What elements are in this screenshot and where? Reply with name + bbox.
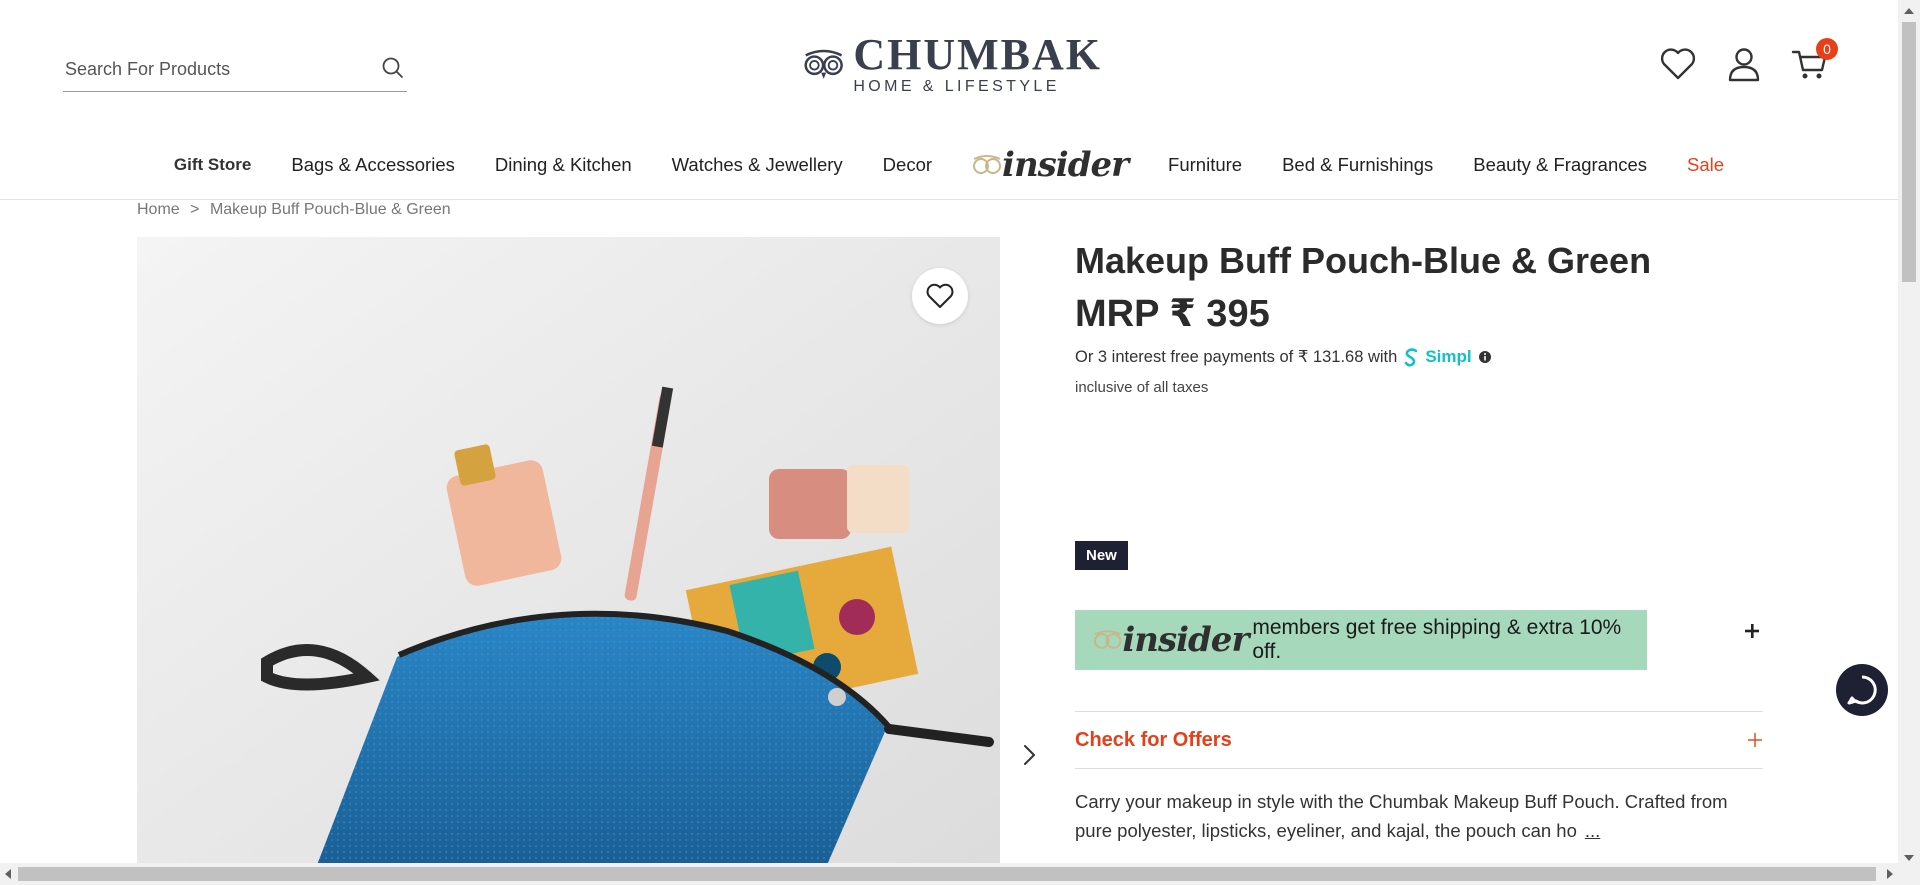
- payment-options: Or 3 interest free payments of ₹ 131.68 …: [1075, 347, 1763, 367]
- product-image[interactable]: [137, 237, 1000, 865]
- nav-watches-jewellery[interactable]: Watches & Jewellery: [652, 130, 863, 200]
- chevron-right-icon[interactable]: [1019, 740, 1041, 770]
- simpl-logo-icon: [1405, 348, 1418, 367]
- insider-banner-word: insider: [1122, 620, 1249, 660]
- cart-count-badge: 0: [1816, 38, 1838, 60]
- chat-widget-button[interactable]: [1836, 664, 1888, 716]
- scroll-left-arrow[interactable]: [5, 869, 11, 879]
- breadcrumb-current: Makeup Buff Pouch-Blue & Green: [209, 201, 451, 218]
- site-header: CHUMBAK HOME & LIFESTYLE 0 Gift Store Ba…: [0, 0, 1898, 200]
- plus-icon: [1748, 733, 1762, 747]
- main-nav: Gift Store Bags & Accessories Dining & K…: [0, 130, 1898, 200]
- nav-dining-kitchen[interactable]: Dining & Kitchen: [475, 130, 652, 200]
- nav-beauty-fragrances[interactable]: Beauty & Fragrances: [1453, 130, 1667, 200]
- nav-bed-furnishings[interactable]: Bed & Furnishings: [1262, 130, 1453, 200]
- nav-insider-label: insider: [1002, 145, 1129, 185]
- breadcrumb-separator: >: [190, 201, 200, 218]
- product-photo-illustration: [137, 237, 1000, 865]
- breadcrumb-home[interactable]: Home: [137, 201, 180, 218]
- vertical-scrollbar[interactable]: [1898, 0, 1920, 885]
- heart-icon[interactable]: [1658, 44, 1698, 84]
- chat-icon: [1847, 675, 1877, 705]
- payment-text: Or 3 interest free payments of ₹ 131.68 …: [1075, 348, 1398, 366]
- nav-furniture[interactable]: Furniture: [1148, 130, 1262, 200]
- logo-title: CHUMBAK: [853, 30, 1102, 79]
- user-icon[interactable]: [1724, 44, 1764, 84]
- scroll-down-arrow[interactable]: [1904, 855, 1914, 861]
- logo-subtitle: HOME & LIFESTYLE: [853, 78, 1060, 95]
- search-icon[interactable]: [379, 54, 407, 82]
- scroll-right-arrow[interactable]: [1887, 869, 1893, 879]
- nav-sale[interactable]: Sale: [1667, 130, 1744, 200]
- description-text: Carry your makeup in style with the Chum…: [1075, 791, 1728, 841]
- search-input[interactable]: [65, 54, 365, 84]
- insider-banner[interactable]: insider members get free shipping & extr…: [1075, 610, 1647, 670]
- nav-decor[interactable]: Decor: [863, 130, 952, 200]
- cart-button[interactable]: 0: [1790, 38, 1838, 84]
- new-badge: New: [1075, 541, 1128, 570]
- horizontal-scrollbar[interactable]: [0, 863, 1898, 885]
- nav-bags-accessories[interactable]: Bags & Accessories: [271, 130, 475, 200]
- heart-icon: [926, 283, 954, 308]
- product-price: MRP ₹ 395: [1075, 293, 1270, 335]
- horizontal-scroll-thumb[interactable]: [18, 867, 1876, 881]
- plus-icon[interactable]: [1744, 623, 1760, 639]
- product-wishlist-button[interactable]: [912, 268, 968, 324]
- simpl-label: Simpl: [1425, 347, 1472, 366]
- owl-logo-icon: [804, 49, 843, 79]
- product-title: Makeup Buff Pouch-Blue & Green: [1075, 240, 1652, 281]
- nav-insider[interactable]: insider: [952, 145, 1148, 185]
- read-more-link[interactable]: ...: [1585, 820, 1600, 841]
- info-icon[interactable]: [1478, 350, 1492, 364]
- product-description: Carry your makeup in style with the Chum…: [1075, 787, 1763, 845]
- scroll-up-arrow[interactable]: [1904, 8, 1914, 14]
- vertical-scroll-thumb[interactable]: [1902, 22, 1916, 282]
- nav-gift-store[interactable]: Gift Store: [154, 130, 271, 200]
- check-offers-accordion[interactable]: Check for Offers: [1075, 711, 1763, 769]
- tax-note: inclusive of all taxes: [1075, 379, 1209, 396]
- product-info: Makeup Buff Pouch-Blue & Green MRP ₹ 395…: [1075, 237, 1763, 841]
- simpl-link[interactable]: Simpl: [1403, 347, 1472, 367]
- insider-owl-icon: [1093, 630, 1122, 649]
- breadcrumb: Home > Makeup Buff Pouch-Blue & Green: [137, 200, 451, 220]
- site-logo[interactable]: CHUMBAK HOME & LIFESTYLE: [802, 30, 1102, 95]
- check-offers-label: Check for Offers: [1075, 728, 1232, 751]
- insider-owl-icon: [973, 155, 1002, 174]
- insider-banner-text: members get free shipping & extra 10% of…: [1252, 616, 1622, 663]
- search-bar[interactable]: [63, 48, 407, 92]
